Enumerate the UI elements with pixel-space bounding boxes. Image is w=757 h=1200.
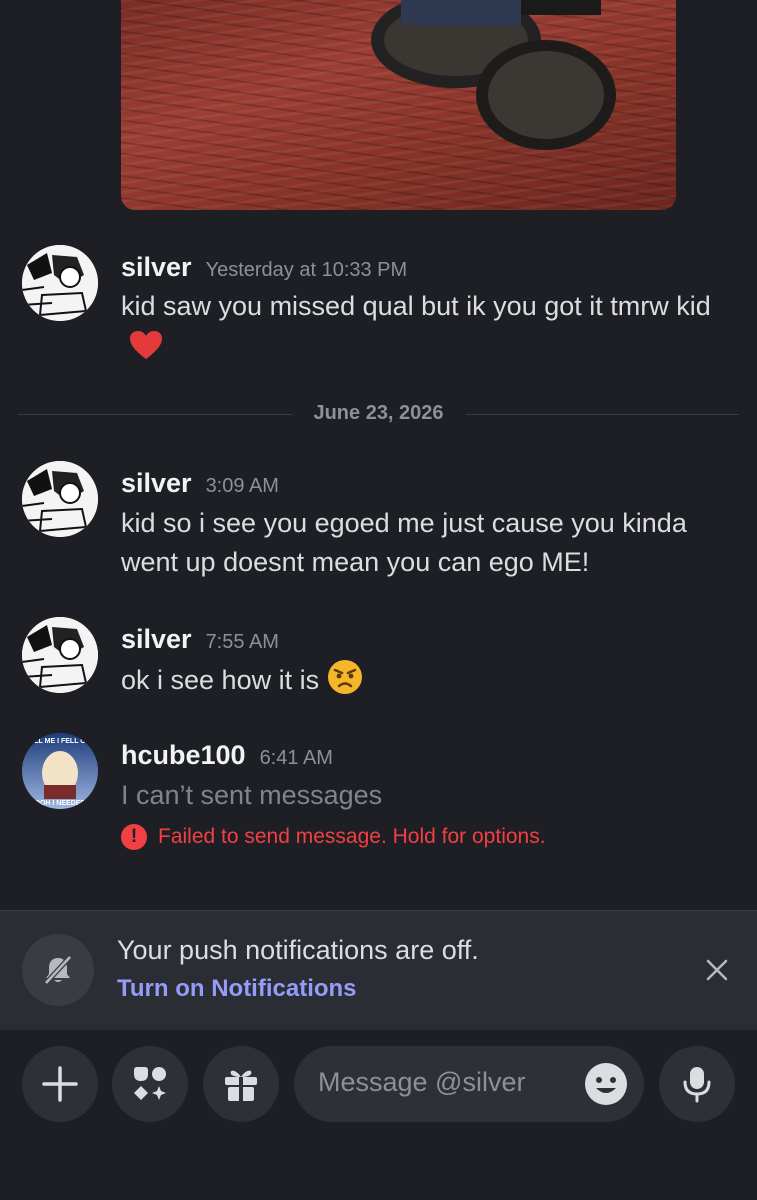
author-name[interactable]: silver: [121, 252, 192, 282]
message-text: ok i see how it is: [121, 659, 731, 706]
avatar-silver[interactable]: [22, 245, 98, 321]
banner-title: Your push notifications are off.: [117, 935, 479, 965]
send-error[interactable]: ! Failed to send message. Hold for optio…: [121, 824, 546, 850]
gift-button[interactable]: [203, 1046, 279, 1122]
voice-message-button[interactable]: [659, 1046, 735, 1122]
notification-banner: Your push notifications are off. Turn on…: [0, 910, 757, 1031]
error-text: Failed to send message. Hold for options…: [158, 825, 546, 848]
message-author[interactable]: silver 3:09 AM: [121, 468, 279, 499]
message-composer: Message @silver: [0, 1030, 757, 1200]
message-author[interactable]: hcube100 6:41 AM: [121, 740, 333, 771]
author-name[interactable]: silver: [121, 624, 192, 654]
svg-text:OOH I NEEDED: OOH I NEEDED: [35, 800, 86, 807]
avatar-silver[interactable]: [22, 461, 98, 537]
avatar-hcube100[interactable]: LL ME I FELL O OOH I NEEDED: [22, 733, 98, 809]
message-text: I can’t sent messages: [121, 780, 383, 810]
turn-on-notifications-link[interactable]: Turn on Notifications: [117, 975, 357, 1003]
message-timestamp: Yesterday at 10:33 PM: [205, 259, 408, 281]
message-input[interactable]: Message @silver: [294, 1046, 644, 1122]
message-timestamp: 6:41 AM: [259, 747, 333, 769]
emoji-icon[interactable]: [584, 1062, 628, 1106]
author-name[interactable]: hcube100: [121, 740, 246, 770]
svg-text:LL ME I FELL O: LL ME I FELL O: [34, 738, 86, 745]
message-body: ok i see how it is: [121, 665, 320, 695]
author-name[interactable]: silver: [121, 468, 192, 498]
message-text: kid saw you missed qual but ik you got i…: [121, 287, 731, 371]
plus-icon: [42, 1066, 78, 1102]
message-timestamp: 7:55 AM: [205, 631, 279, 653]
bell-off-icon: [22, 934, 94, 1006]
add-button[interactable]: [22, 1046, 98, 1122]
close-icon[interactable]: [700, 953, 734, 987]
apps-button[interactable]: [112, 1046, 188, 1122]
apps-icon: [134, 1067, 166, 1100]
image-attachment[interactable]: [121, 0, 676, 210]
gift-icon: [225, 1070, 257, 1101]
angry-face-icon: [327, 659, 363, 706]
message-body: kid saw you missed qual but ik you got i…: [121, 291, 711, 321]
message-text: kid so i see you egoed me just cause you…: [121, 508, 687, 577]
message-author[interactable]: silver Yesterday at 10:33 PM: [121, 252, 407, 283]
message-timestamp: 3:09 AM: [205, 475, 279, 497]
message-author[interactable]: silver 7:55 AM: [121, 624, 279, 655]
microphone-icon: [683, 1067, 711, 1103]
red-heart-icon: [129, 330, 163, 371]
avatar-silver[interactable]: [22, 617, 98, 693]
shoes-photo: [371, 0, 616, 150]
date-divider: June 23, 2026: [291, 402, 466, 425]
message-placeholder: Message @silver: [318, 1067, 526, 1097]
error-icon: !: [121, 824, 147, 850]
